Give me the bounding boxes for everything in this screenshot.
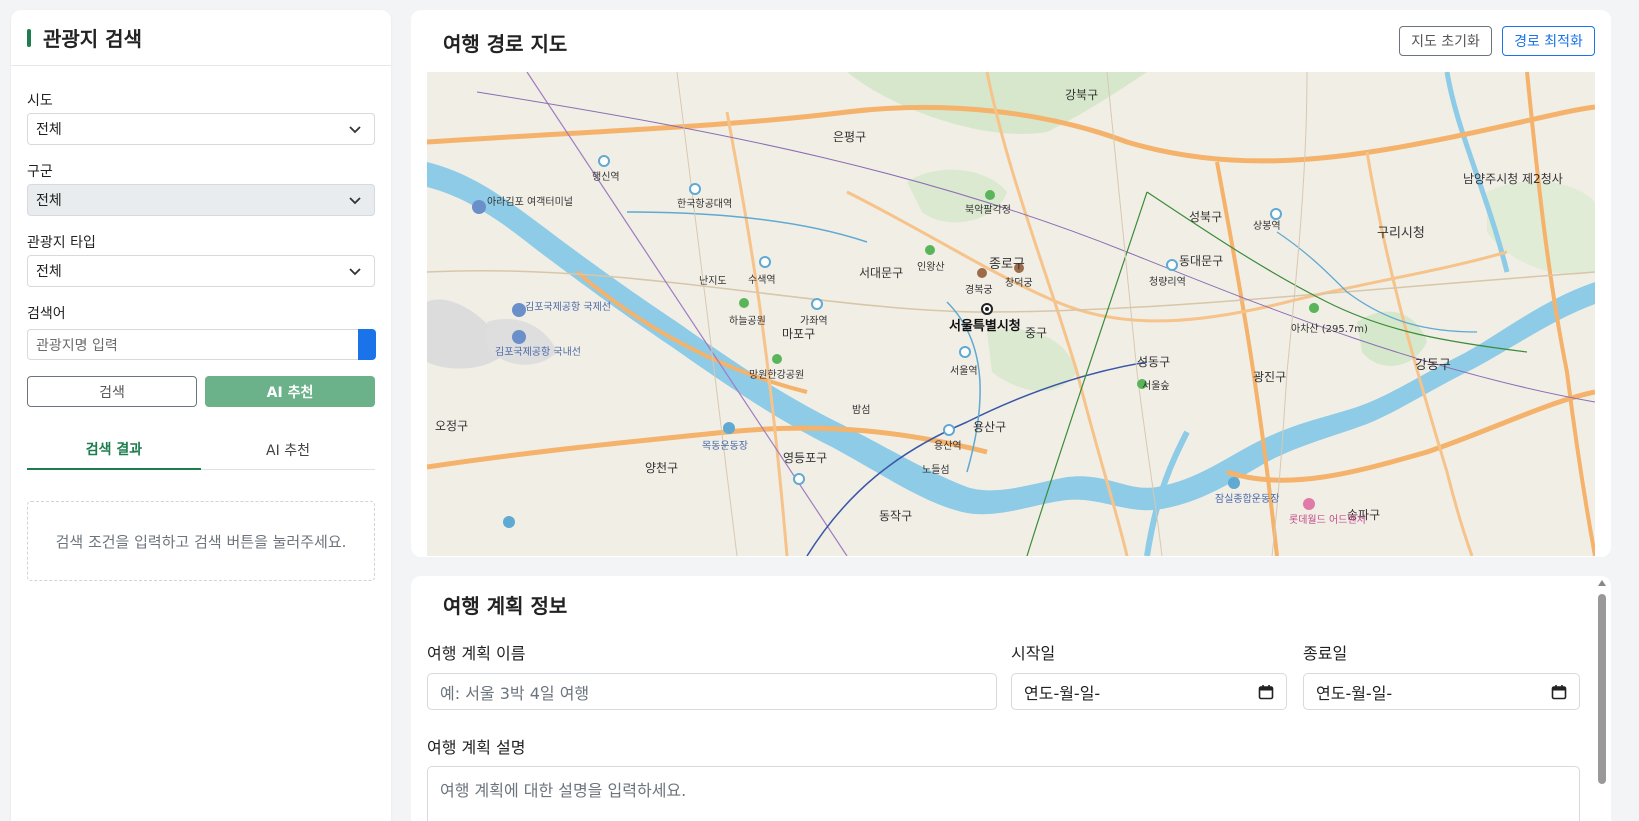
plan-desc-textarea[interactable]: 여행 계획에 대한 설명을 입력하세요. — [427, 766, 1580, 821]
svg-text:청량리역: 청량리역 — [1149, 276, 1186, 288]
svg-text:아차산 (295.7m): 아차산 (295.7m) — [1291, 323, 1368, 335]
start-date-value: 연도-월-일- — [1024, 683, 1101, 703]
empty-results-message: 검색 조건을 입력하고 검색 버튼을 눌러주세요. — [27, 501, 375, 581]
start-date-label: 시작일 — [1011, 644, 1056, 663]
search-button[interactable]: 검색 — [27, 376, 197, 407]
svg-text:잠실종합운동장: 잠실종합운동장 — [1215, 493, 1279, 505]
end-date-input[interactable]: 연도-월-일- — [1303, 673, 1580, 710]
plan-scrollbar[interactable] — [1597, 580, 1607, 821]
svg-text:난지도: 난지도 — [699, 275, 727, 287]
ai-recommend-button[interactable]: AI 추천 — [205, 376, 375, 407]
keyword-placeholder: 관광지명 입력 — [36, 337, 118, 354]
gugun-select[interactable]: 전체 — [27, 184, 375, 216]
svg-text:서대문구: 서대문구 — [859, 266, 903, 280]
svg-text:성동구: 성동구 — [1137, 355, 1170, 369]
chevron-down-icon — [349, 268, 361, 276]
scroll-up-arrow[interactable] — [1598, 580, 1606, 586]
tab-search-results[interactable]: 검색 결과 — [27, 430, 201, 470]
svg-text:강북구: 강북구 — [1065, 88, 1098, 102]
svg-text:용산역: 용산역 — [934, 440, 962, 452]
map-panel: 여행 경로 지도 지도 초기화 경로 최적화 서울특별시청 강북구 은평구 성북… — [411, 10, 1611, 557]
svg-text:경복궁: 경복궁 — [965, 283, 993, 296]
sido-select[interactable]: 전체 — [27, 113, 375, 145]
reset-map-button[interactable]: 지도 초기화 — [1399, 26, 1492, 56]
svg-text:북악팔각정: 북악팔각정 — [965, 204, 1011, 216]
svg-text:마포구: 마포구 — [782, 327, 815, 341]
svg-text:아라김포 여객터미널: 아라김포 여객터미널 — [487, 196, 573, 208]
plan-panel-title: 여행 계획 정보 — [443, 594, 568, 618]
svg-text:한국항공대역: 한국항공대역 — [677, 198, 732, 210]
svg-text:오정구: 오정구 — [435, 419, 468, 433]
svg-text:구리시청: 구리시청 — [1377, 226, 1425, 241]
calendar-icon[interactable] — [1258, 684, 1274, 700]
svg-text:김포국제공항 국내선: 김포국제공항 국내선 — [495, 346, 581, 358]
sido-label: 시도 — [27, 93, 53, 109]
svg-text:김포국제공항 국제선: 김포국제공항 국제선 — [525, 301, 611, 313]
svg-text:밤섬: 밤섬 — [852, 404, 870, 416]
plan-name-placeholder: 예: 서울 3박 4일 여행 — [440, 683, 590, 703]
svg-text:목동운동장: 목동운동장 — [702, 440, 748, 452]
keyword-label: 검색어 — [27, 306, 66, 322]
route-map[interactable]: 서울특별시청 강북구 은평구 성북구 서대문구 마포구 종로구 중구 동대문구 … — [427, 72, 1595, 556]
keyword-search-button[interactable] — [358, 329, 376, 360]
svg-text:종로구: 종로구 — [989, 257, 1025, 272]
svg-text:망원한강공원: 망원한강공원 — [749, 369, 804, 381]
svg-text:양천구: 양천구 — [645, 460, 678, 475]
start-date-input[interactable]: 연도-월-일- — [1011, 673, 1287, 710]
svg-text:서울역: 서울역 — [950, 365, 978, 377]
plan-panel: 여행 계획 정보 여행 계획 이름 예: 서울 3박 4일 여행 시작일 연도-… — [411, 576, 1611, 821]
svg-text:창덕궁: 창덕궁 — [1005, 277, 1033, 289]
svg-text:하늘공원: 하늘공원 — [729, 314, 766, 327]
svg-text:영등포구: 영등포구 — [783, 451, 827, 465]
svg-text:상봉역: 상봉역 — [1253, 220, 1281, 232]
svg-text:남양주시청 제2청사: 남양주시청 제2청사 — [1463, 172, 1563, 186]
sidebar-title: 관광지 검색 — [43, 27, 142, 51]
map-canvas[interactable]: 서울특별시청 강북구 은평구 성북구 서대문구 마포구 종로구 중구 동대문구 … — [427, 72, 1595, 556]
svg-text:은평구: 은평구 — [833, 130, 866, 144]
svg-text:동작구: 동작구 — [879, 509, 912, 523]
type-label: 관광지 타입 — [27, 235, 96, 251]
title-accent-bar — [27, 28, 31, 47]
svg-text:동대문구: 동대문구 — [1179, 254, 1223, 268]
sidebar-header: 관광지 검색 — [11, 10, 391, 66]
svg-text:서울숲: 서울숲 — [1142, 380, 1170, 392]
svg-text:행신역: 행신역 — [592, 171, 620, 183]
chevron-down-icon — [349, 197, 361, 205]
svg-text:용산구: 용산구 — [973, 420, 1006, 434]
svg-text:강동구: 강동구 — [1415, 358, 1451, 373]
gugun-label: 구군 — [27, 164, 53, 180]
end-date-value: 연도-월-일- — [1316, 683, 1393, 703]
tab-ai-recommend[interactable]: AI 추천 — [201, 430, 375, 469]
svg-text:수색역: 수색역 — [748, 274, 776, 286]
plan-desc-placeholder: 여행 계획에 대한 설명을 입력하세요. — [440, 781, 687, 800]
type-select-value: 전체 — [36, 264, 62, 280]
svg-text:인왕산: 인왕산 — [917, 261, 945, 273]
svg-text:중구: 중구 — [1025, 326, 1047, 340]
type-select[interactable]: 전체 — [27, 255, 375, 287]
end-date-label: 종료일 — [1303, 644, 1348, 663]
svg-text:롯데월드 어드벤처: 롯데월드 어드벤처 — [1289, 514, 1366, 526]
svg-text:광진구: 광진구 — [1253, 370, 1286, 384]
result-tabs: 검색 결과 AI 추천 — [27, 430, 375, 470]
svg-text:노들섬: 노들섬 — [922, 464, 950, 476]
keyword-input[interactable]: 관광지명 입력 — [27, 329, 359, 360]
svg-text:성북구: 성북구 — [1189, 210, 1222, 224]
svg-text:가좌역: 가좌역 — [800, 315, 828, 327]
plan-name-label: 여행 계획 이름 — [427, 644, 526, 663]
sido-select-value: 전체 — [36, 122, 62, 138]
plan-name-input[interactable]: 예: 서울 3박 4일 여행 — [427, 673, 997, 710]
map-label-center: 서울특별시청 — [949, 318, 1021, 334]
optimize-route-button[interactable]: 경로 최적화 — [1502, 26, 1595, 56]
map-panel-title: 여행 경로 지도 — [443, 32, 568, 56]
calendar-icon[interactable] — [1551, 684, 1567, 700]
scroll-thumb[interactable] — [1598, 594, 1606, 784]
plan-desc-label: 여행 계획 설명 — [427, 738, 526, 757]
chevron-down-icon — [349, 126, 361, 134]
search-sidebar: 관광지 검색 시도 전체 구군 전체 관광지 타입 전체 검색어 관광지명 입력… — [11, 10, 391, 821]
gugun-select-value: 전체 — [36, 193, 62, 209]
